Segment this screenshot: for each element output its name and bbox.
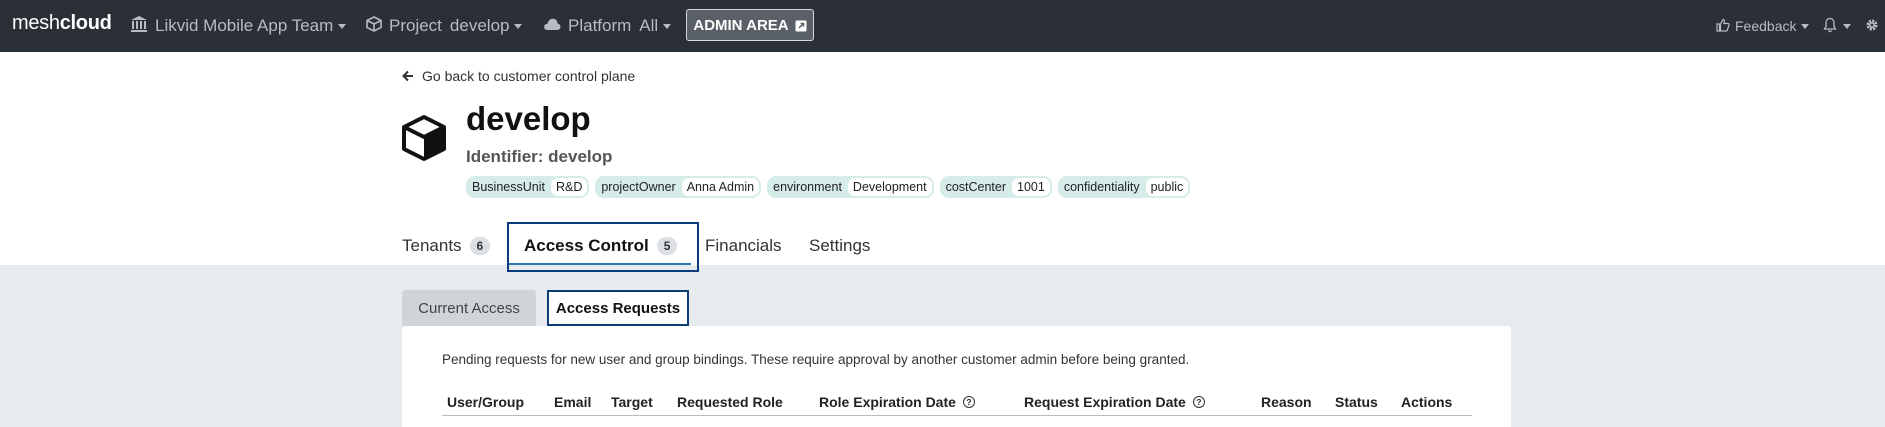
column-header-user-group: User/Group [447, 394, 525, 410]
cube-icon [366, 15, 382, 37]
column-header-target: Target [611, 394, 653, 410]
access-requests-table-header: User/Group Email Target Requested Role R… [442, 386, 1472, 416]
admin-area-button[interactable]: ADMIN AREA [686, 9, 814, 41]
focus-highlight-access-control [507, 222, 699, 272]
column-header-requested-role: Requested Role [677, 394, 783, 410]
gear-icon [1864, 17, 1880, 36]
subtab-current-access[interactable]: Current Access [402, 290, 536, 326]
tag-confidentiality: confidentiality public [1057, 176, 1191, 198]
tag-business-unit: BusinessUnit R&D [466, 176, 590, 198]
tag-cost-center: costCenter 1001 [939, 176, 1052, 198]
tenants-count-badge: 6 [469, 237, 491, 255]
top-navbar: meshcloud Likvid Mobile App Team Project… [0, 0, 1885, 52]
project-tags: BusinessUnit R&D projectOwner Anna Admin e… [466, 176, 1191, 198]
panel-description: Pending requests for new user and group … [442, 352, 1190, 367]
platform-dropdown[interactable]: Platform All [543, 0, 672, 52]
chevron-down-icon [1801, 23, 1810, 29]
workspace-name: Likvid Mobile App Team [155, 16, 334, 35]
column-header-status: Status [1335, 394, 1378, 410]
chevron-down-icon [663, 23, 672, 29]
project-cube-icon [400, 114, 448, 162]
tab-financials[interactable]: Financials [705, 224, 782, 268]
external-link-icon [795, 19, 807, 32]
notifications-dropdown[interactable] [1822, 0, 1851, 52]
meshcloud-logo[interactable]: meshcloud [12, 12, 112, 35]
column-header-role-expiration-date: Role Expiration Date ? [819, 394, 975, 410]
arrow-left-icon [402, 70, 413, 82]
help-circle-icon[interactable]: ? [962, 396, 975, 408]
column-header-actions: Actions [1401, 394, 1453, 410]
chevron-down-icon [1843, 23, 1851, 29]
tab-tenants[interactable]: Tenants 6 [402, 224, 491, 268]
project-identifier: Identifier: develop [466, 147, 613, 166]
column-header-request-expiration-date: Request Expiration Date ? [1024, 394, 1205, 410]
tag-project-owner: projectOwner Anna Admin [595, 176, 762, 198]
column-header-email: Email [554, 394, 592, 410]
workspace-dropdown[interactable]: Likvid Mobile App Team [130, 0, 347, 52]
subtab-access-requests[interactable]: Access Requests [547, 290, 689, 326]
page-title: develop [466, 100, 591, 137]
cloud-icon [543, 16, 561, 36]
bell-icon [1822, 17, 1838, 36]
project-dropdown[interactable]: Project develop [366, 0, 523, 52]
bank-icon [130, 15, 148, 38]
thumbs-up-icon [1716, 18, 1730, 35]
settings-gear-button[interactable] [1864, 0, 1880, 52]
feedback-dropdown[interactable]: Feedback [1716, 0, 1810, 52]
tag-environment: environment Development [767, 176, 934, 198]
tab-settings[interactable]: Settings [809, 224, 870, 268]
back-to-customer-control-plane-link[interactable]: Go back to customer control plane [402, 68, 635, 84]
column-header-reason: Reason [1261, 394, 1312, 410]
chevron-down-icon [514, 23, 523, 29]
access-requests-panel: Pending requests for new user and group … [402, 326, 1511, 427]
help-circle-icon[interactable]: ? [1192, 396, 1205, 408]
chevron-down-icon [338, 23, 347, 29]
